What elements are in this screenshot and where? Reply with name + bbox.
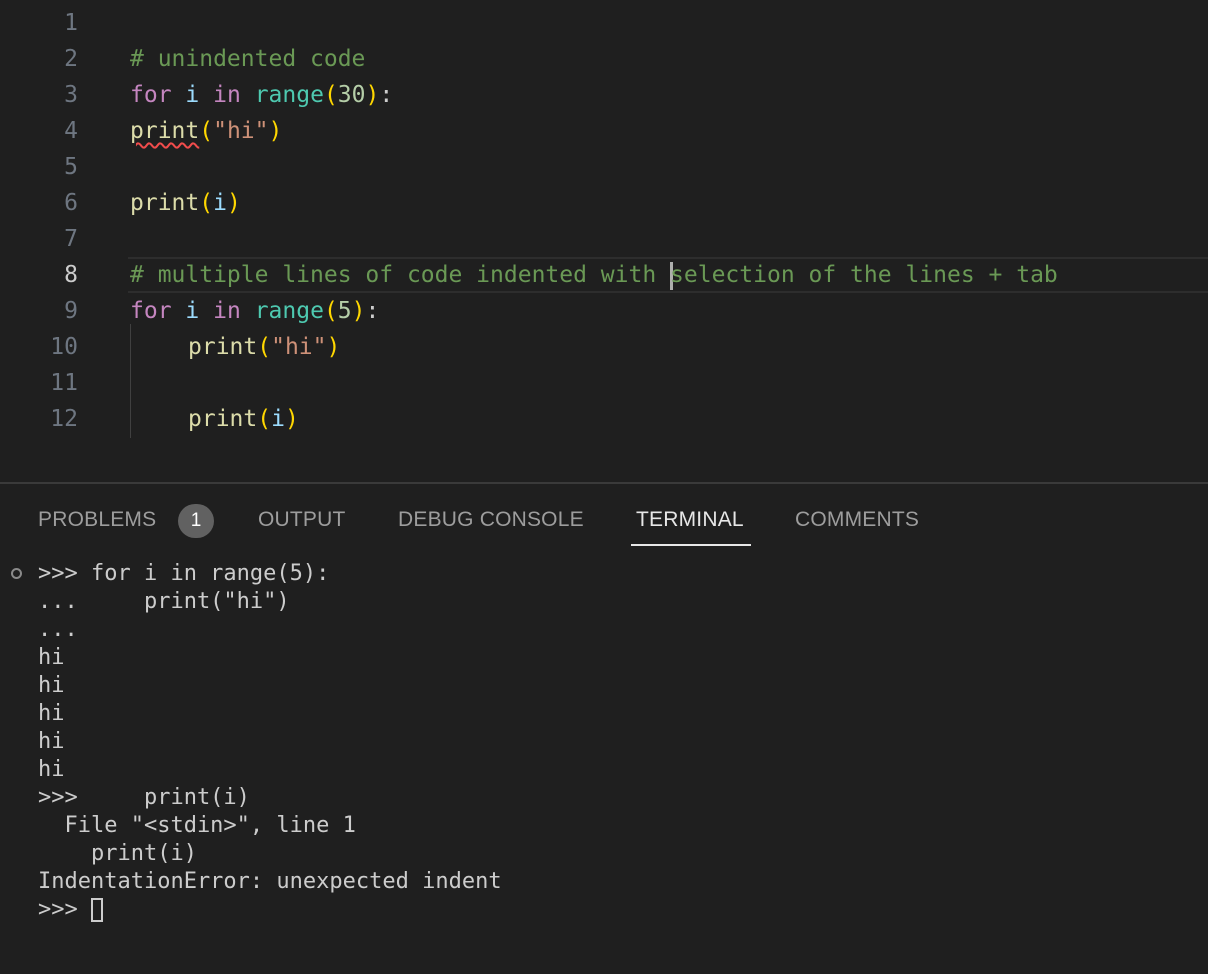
tab-output[interactable]: OUTPUT (258, 508, 346, 540)
line-number: 9 (64, 298, 78, 324)
code-comment: # multiple lines of code indented with s… (130, 257, 1058, 293)
editor-line-7[interactable]: 7 (0, 221, 1208, 257)
terminal-line: hi (38, 645, 65, 670)
code-editor[interactable]: 1 2 # unindented code 3 for i in range(3… (0, 0, 1208, 482)
panel-tab-bar: PROBLEMS 1 OUTPUT DEBUG CONSOLE TERMINAL… (0, 484, 1208, 554)
tab-problems[interactable]: PROBLEMS (38, 508, 156, 540)
bracket-open: ( (257, 334, 272, 360)
variable-i: i (213, 190, 227, 216)
bracket-close: ) (284, 406, 299, 432)
colon: : (379, 82, 394, 108)
line-number-current: 8 (64, 262, 78, 288)
editor-line-4[interactable]: 4 print("hi") (0, 113, 1208, 149)
terminal-line: ... (38, 617, 78, 642)
terminal-line: >>> print(i) (38, 785, 250, 810)
comment-text-before-cursor: # multiple lines of code indented with (130, 262, 671, 288)
editor-line-8-current[interactable]: 8 # multiple lines of code indented with… (0, 257, 1208, 293)
keyword-for: for (130, 298, 172, 324)
editor-line-5[interactable]: 5 (0, 149, 1208, 185)
command-status-circle-icon[interactable] (11, 568, 22, 579)
bracket-close: ) (365, 82, 380, 108)
line-number: 12 (50, 406, 78, 432)
number-literal: 5 (337, 298, 352, 324)
editor-line-9[interactable]: 9 for i in range(5): (0, 293, 1208, 329)
function-print-error[interactable]: print (130, 118, 199, 144)
code-text: print("hi") (188, 329, 340, 365)
line-number: 2 (64, 46, 78, 72)
variable-i: i (185, 298, 200, 324)
editor-line-10[interactable]: 10 print("hi") (0, 329, 1208, 365)
function-print: print (188, 334, 258, 360)
builtin-range: range (254, 82, 324, 108)
editor-line-12[interactable]: 12 print(i) (0, 401, 1208, 437)
keyword-for: for (130, 82, 172, 108)
bracket-open: ( (323, 298, 338, 324)
number-literal: 30 (337, 82, 366, 108)
bracket-open: ( (257, 406, 272, 432)
code-text: print("hi") (130, 113, 282, 149)
terminal-line: ... print("hi") (38, 589, 290, 614)
editor-line-2[interactable]: 2 # unindented code (0, 41, 1208, 77)
function-print: print (130, 190, 200, 216)
indent-guide (130, 324, 131, 438)
terminal-line: hi (38, 673, 65, 698)
tab-comments[interactable]: COMMENTS (795, 508, 919, 540)
terminal-line: >>> for i in range(5): (38, 561, 330, 586)
problems-count-badge: 1 (178, 504, 214, 538)
terminal-line: hi (38, 701, 65, 726)
variable-i: i (185, 82, 200, 108)
bracket-close: ) (351, 298, 366, 324)
line-number: 10 (50, 334, 78, 360)
variable-i: i (271, 406, 285, 432)
bracket-open: ( (199, 118, 214, 144)
terminal-prompt: >>> (38, 897, 91, 922)
code-text: for i in range(30): (130, 77, 393, 113)
builtin-range: range (254, 298, 324, 324)
terminal-cursor (90, 898, 103, 922)
colon: : (365, 298, 380, 324)
line-number: 7 (64, 226, 78, 252)
keyword-in: in (213, 82, 241, 108)
code-comment: # unindented code (130, 46, 366, 72)
terminal-line: IndentationError: unexpected indent (38, 869, 502, 894)
line-number: 5 (64, 154, 78, 180)
bracket-open: ( (323, 82, 338, 108)
terminal-prompt-line[interactable]: >>> (38, 896, 103, 924)
line-number: 1 (64, 10, 78, 36)
keyword-in: in (213, 298, 241, 324)
editor-line-1[interactable]: 1 (0, 5, 1208, 41)
tab-debug-console[interactable]: DEBUG CONSOLE (398, 508, 584, 540)
comment-text-after-cursor: selection of the lines + tab (670, 262, 1058, 288)
line-number: 11 (50, 370, 78, 396)
function-print: print (188, 406, 258, 432)
bracket-open: ( (199, 190, 214, 216)
terminal-line: print(i) (38, 841, 197, 866)
terminal-line: hi (38, 729, 65, 754)
bracket-close: ) (268, 118, 283, 144)
tab-terminal[interactable]: TERMINAL (636, 508, 744, 540)
line-number: 6 (64, 190, 78, 216)
bracket-close: ) (326, 334, 341, 360)
code-text: for i in range(5): (130, 293, 379, 329)
editor-line-6[interactable]: 6 print(i) (0, 185, 1208, 221)
terminal-line: File "<stdin>", line 1 (38, 813, 356, 838)
code-text: print(i) (188, 401, 299, 437)
bottom-panel: PROBLEMS 1 OUTPUT DEBUG CONSOLE TERMINAL… (0, 482, 1208, 974)
string-literal: "hi" (213, 118, 269, 144)
code-text: print(i) (130, 185, 241, 221)
editor-line-11[interactable]: 11 (0, 365, 1208, 401)
active-tab-indicator (631, 544, 751, 546)
line-number: 3 (64, 82, 78, 108)
terminal-line: hi (38, 757, 65, 782)
line-number: 4 (64, 118, 78, 144)
string-literal: "hi" (271, 334, 327, 360)
editor-line-3[interactable]: 3 for i in range(30): (0, 77, 1208, 113)
bracket-close: ) (226, 190, 241, 216)
